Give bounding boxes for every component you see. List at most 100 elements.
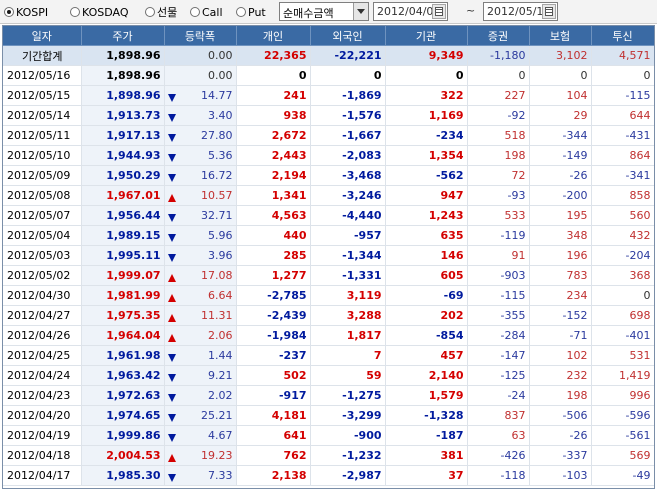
cell-foreign: -3,299 bbox=[310, 405, 386, 426]
cell-insurance: 196 bbox=[529, 245, 592, 266]
table-row[interactable]: 2012/04/18 2,004.53 19.23 762 -1,232 381 -426-… bbox=[3, 445, 654, 466]
table-row[interactable]: 2012/05/11 1,917.13 27.80 2,672 -1,667 -234 51… bbox=[3, 125, 654, 146]
cell-institution: -854 bbox=[385, 325, 468, 346]
cell-price: 1,944.93 bbox=[81, 145, 165, 166]
radio-label: KOSPI bbox=[16, 5, 49, 19]
header-col-date[interactable]: 일자 bbox=[3, 26, 82, 46]
table-row[interactable]: 2012/05/14 1,913.73 3.40 938 -1,576 1,169 -92 2… bbox=[3, 105, 654, 126]
header-col-institution[interactable]: 기관 bbox=[385, 26, 468, 46]
table-row[interactable]: 2012/04/23 1,972.63 2.02 -917 -1,275 1,579 -24… bbox=[3, 385, 654, 406]
cell-securities: 198 bbox=[467, 145, 530, 166]
change-value: 5.36 bbox=[208, 149, 233, 162]
cell-insurance: 348 bbox=[529, 225, 592, 246]
table-row[interactable]: 2012/05/03 1,995.11 3.96 285 -1,344 146 91 196-… bbox=[3, 245, 654, 266]
calendar-icon[interactable] bbox=[432, 4, 446, 19]
radio-call[interactable]: Call bbox=[190, 4, 223, 20]
cell-date: 기간합계 bbox=[3, 45, 82, 66]
cell-individual: 285 bbox=[236, 245, 311, 266]
header-col-foreign[interactable]: 외국인 bbox=[310, 26, 386, 46]
total-row[interactable]: 기간합계 1,898.96 0.00 22,365 -22,221 9,349 -1,180… bbox=[3, 45, 654, 66]
table-row[interactable]: 2012/05/16 1,898.96 0.00 0 0 0 0 0 0 bbox=[3, 65, 654, 86]
table-row[interactable]: 2012/04/27 1,975.35 11.31 -2,439 3,288 202 -35… bbox=[3, 305, 654, 326]
dropdown-arrow-icon[interactable] bbox=[353, 3, 368, 20]
up-triangle-icon bbox=[167, 274, 176, 282]
cell-date: 2012/05/07 bbox=[3, 205, 82, 226]
cell-individual: 2,138 bbox=[236, 465, 311, 486]
header-col-trust[interactable]: 투신 bbox=[591, 26, 654, 46]
cell-insurance: -149 bbox=[529, 145, 592, 166]
cell-price: 1,967.01 bbox=[81, 185, 165, 206]
change-value: 14.77 bbox=[201, 89, 233, 102]
cell-price: 1,972.63 bbox=[81, 385, 165, 406]
cell-securities: 518 bbox=[467, 125, 530, 146]
cell-change: 25.21 bbox=[164, 405, 237, 426]
header-col-individual[interactable]: 개인 bbox=[236, 26, 311, 46]
table-row[interactable]: 2012/04/26 1,964.04 2.06 -1,984 1,817 -854 -28… bbox=[3, 325, 654, 346]
cell-trust: -341 bbox=[591, 165, 654, 186]
table-row[interactable]: 2012/05/02 1,999.07 17.08 1,277 -1,331 605 -90… bbox=[3, 265, 654, 286]
cell-change: 27.80 bbox=[164, 125, 237, 146]
cell-trust: -431 bbox=[591, 125, 654, 146]
cell-insurance: 198 bbox=[529, 385, 592, 406]
table-row[interactable]: 2012/05/08 1,967.01 10.57 1,341 -3,246 947 -93… bbox=[3, 185, 654, 206]
cell-foreign: -900 bbox=[310, 425, 386, 446]
cell-insurance: 3,102 bbox=[529, 45, 592, 66]
down-triangle-icon bbox=[167, 394, 176, 402]
table-row[interactable]: 2012/05/10 1,944.93 5.36 2,443 -2,083 1,354 19… bbox=[3, 145, 654, 166]
radio-dot-icon bbox=[145, 7, 155, 17]
cell-foreign: -1,576 bbox=[310, 105, 386, 126]
up-triangle-icon bbox=[167, 334, 176, 342]
cell-price: 1,950.29 bbox=[81, 165, 165, 186]
radio-label: 선물 bbox=[157, 6, 178, 19]
date-from-input[interactable]: 2012/04/01 bbox=[373, 2, 448, 21]
date-to-input[interactable]: 2012/05/16 bbox=[483, 2, 558, 21]
cell-date: 2012/04/26 bbox=[3, 325, 82, 346]
metric-select[interactable]: 순매수금액 bbox=[279, 2, 369, 21]
header-col-change[interactable]: 등락폭 bbox=[164, 26, 237, 46]
radio-kospi[interactable]: KOSPI bbox=[4, 4, 48, 20]
cell-institution: 457 bbox=[385, 345, 468, 366]
table-row[interactable]: 2012/05/09 1,950.29 16.72 2,194 -3,468 -562 72… bbox=[3, 165, 654, 186]
cell-change: 6.64 bbox=[164, 285, 237, 306]
cell-change: 5.96 bbox=[164, 225, 237, 246]
cell-change: 11.31 bbox=[164, 305, 237, 326]
header-col-insurance[interactable]: 보험 bbox=[529, 26, 592, 46]
table-row[interactable]: 2012/04/19 1,999.86 4.67 641 -900 -187 63 -26 -5… bbox=[3, 425, 654, 446]
cell-change: 0.00 bbox=[164, 65, 237, 86]
cell-insurance: -26 bbox=[529, 165, 592, 186]
table-row[interactable]: 2012/04/25 1,961.98 1.44 -237 7 457 -147 102 531 bbox=[3, 345, 654, 366]
change-value: 17.08 bbox=[201, 269, 233, 282]
cell-trust: -596 bbox=[591, 405, 654, 426]
cell-insurance: 232 bbox=[529, 365, 592, 386]
header-col-securities[interactable]: 증권 bbox=[467, 26, 530, 46]
cell-insurance: -103 bbox=[529, 465, 592, 486]
cell-foreign: -2,987 bbox=[310, 465, 386, 486]
date-from-value: 2012/04/01 bbox=[377, 5, 441, 18]
table-row[interactable]: 2012/05/15 1,898.96 14.77 241 -1,869 322 227 10… bbox=[3, 85, 654, 106]
cell-change: 32.71 bbox=[164, 205, 237, 226]
table-row[interactable]: 2012/04/20 1,974.65 25.21 4,181 -3,299 -1,328… bbox=[3, 405, 654, 426]
cell-price: 2,004.53 bbox=[81, 445, 165, 466]
down-triangle-icon bbox=[167, 414, 176, 422]
radio-futures[interactable]: 선물 bbox=[145, 4, 177, 20]
cell-individual: -2,439 bbox=[236, 305, 311, 326]
table-row[interactable]: 2012/05/04 1,989.15 5.96 440 -957 635 -119 348 4… bbox=[3, 225, 654, 246]
radio-kosdaq[interactable]: KOSDAQ bbox=[70, 4, 129, 20]
radio-dot-icon bbox=[70, 7, 80, 17]
header-col-price[interactable]: 주가 bbox=[81, 26, 165, 46]
cell-change: 19.23 bbox=[164, 445, 237, 466]
table-row[interactable]: 2012/04/24 1,963.42 9.21 502 59 2,140 -125 232 1… bbox=[3, 365, 654, 386]
change-value: 2.06 bbox=[208, 329, 233, 342]
filter-toolbar: KOSPI KOSDAQ 선물 Call Put 순매수금액 2012/04/0… bbox=[0, 0, 657, 24]
table-row[interactable]: 2012/05/07 1,956.44 32.71 4,563 -4,440 1,243 5… bbox=[3, 205, 654, 226]
trading-table[interactable]: 일자 주가 등락폭 개인 외국인 기관 증권 보험 투신 기간합계 1,898.96 0.00 22,… bbox=[2, 25, 655, 489]
cell-price: 1,964.04 bbox=[81, 325, 165, 346]
radio-put[interactable]: Put bbox=[236, 4, 266, 20]
cell-trust: 858 bbox=[591, 185, 654, 206]
table-row[interactable]: 2012/04/30 1,981.99 6.64 -2,785 3,119 -69 -115… bbox=[3, 285, 654, 306]
metric-select-value: 순매수금액 bbox=[283, 7, 334, 20]
calendar-icon[interactable] bbox=[542, 4, 556, 19]
cell-price: 1,989.15 bbox=[81, 225, 165, 246]
table-row[interactable]: 2012/04/17 1,985.30 7.33 2,138 -2,987 37 -118-… bbox=[3, 465, 654, 486]
cell-trust: -401 bbox=[591, 325, 654, 346]
